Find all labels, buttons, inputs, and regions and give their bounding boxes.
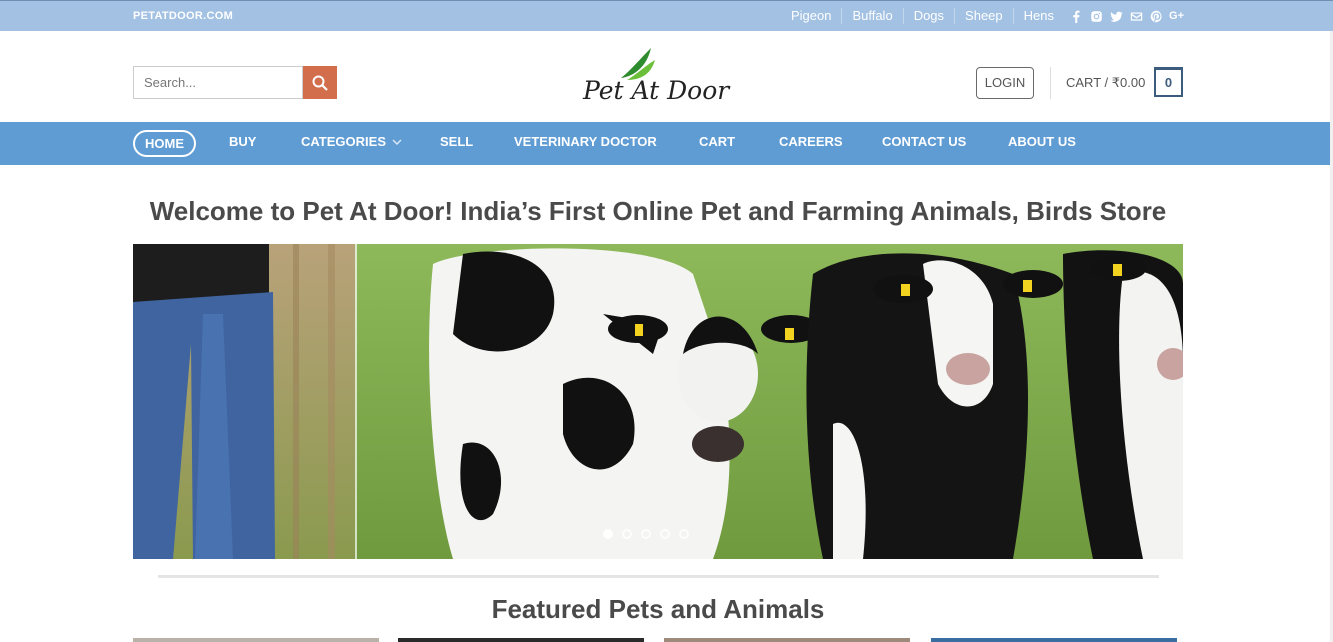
cart-link[interactable]: CART / ₹0.00 — [1066, 75, 1145, 91]
featured-thumb-1[interactable] — [133, 638, 379, 642]
instagram-icon[interactable] — [1090, 10, 1103, 23]
top-links: Pigeon Buffalo Dogs Sheep Hens G+ — [781, 8, 1184, 24]
search-icon — [312, 75, 328, 91]
slider-dot-5[interactable] — [679, 529, 689, 539]
nav-veterinary-doctor[interactable]: VETERINARY DOCTOR — [514, 134, 657, 149]
nav-about-us[interactable]: ABOUT US — [1008, 134, 1076, 149]
main-nav: HOME BUY CATEGORIES SELL VETERINARY DOCT… — [0, 122, 1333, 165]
featured-heading: Featured Pets and Animals — [491, 594, 825, 624]
nav-contact-us[interactable]: CONTACT US — [882, 134, 966, 149]
top-bar: PETATDOOR.COM Pigeon Buffalo Dogs Sheep … — [0, 0, 1333, 31]
nav-careers[interactable]: CAREERS — [779, 134, 843, 149]
top-link-dogs[interactable]: Dogs — [902, 8, 954, 24]
featured-thumb-3[interactable] — [664, 638, 910, 642]
featured-thumb-4[interactable] — [931, 638, 1177, 642]
site-name[interactable]: PETATDOOR.COM — [133, 10, 233, 22]
section-divider — [158, 575, 1159, 578]
slider-dot-3[interactable] — [641, 529, 651, 539]
nav-home[interactable]: HOME — [133, 130, 196, 157]
slider-dot-4[interactable] — [660, 529, 670, 539]
slider-dot-2[interactable] — [622, 529, 632, 539]
slider-dots — [603, 529, 689, 539]
social-icons: G+ — [1070, 10, 1184, 23]
cart-count-badge[interactable]: 0 — [1154, 67, 1183, 97]
logo-text: Pet At Door — [583, 76, 730, 105]
google-plus-icon[interactable]: G+ — [1169, 10, 1184, 23]
site-logo[interactable]: Pet At Door — [583, 46, 733, 108]
cows-slide-image — [133, 244, 1183, 559]
header-divider — [1050, 67, 1051, 99]
login-button[interactable]: LOGIN — [976, 67, 1034, 99]
nav-categories-label: CATEGORIES — [301, 134, 386, 149]
twitter-icon[interactable] — [1110, 10, 1123, 23]
slider-dot-1[interactable] — [603, 529, 613, 539]
top-link-hens[interactable]: Hens — [1012, 8, 1064, 24]
nav-buy[interactable]: BUY — [229, 134, 256, 149]
featured-thumb-2[interactable] — [398, 638, 644, 642]
welcome-heading: Welcome to Pet At Door! India’s First On… — [149, 196, 1167, 226]
nav-cart[interactable]: CART — [699, 134, 735, 149]
search-input[interactable]: Search... — [133, 66, 303, 99]
top-link-pigeon[interactable]: Pigeon — [781, 8, 841, 24]
top-link-buffalo[interactable]: Buffalo — [841, 8, 902, 24]
email-icon[interactable] — [1130, 10, 1143, 23]
hero-slider[interactable] — [133, 244, 1183, 559]
chevron-down-icon — [392, 139, 402, 145]
header: Search... Pet At Door LOGIN CART / ₹0.00… — [0, 31, 1333, 122]
pinterest-icon[interactable] — [1150, 10, 1163, 23]
search-button[interactable] — [303, 66, 337, 99]
facebook-icon[interactable] — [1070, 10, 1083, 23]
top-link-sheep[interactable]: Sheep — [954, 8, 1013, 24]
nav-categories[interactable]: CATEGORIES — [301, 134, 402, 149]
nav-sell[interactable]: SELL — [440, 134, 473, 149]
